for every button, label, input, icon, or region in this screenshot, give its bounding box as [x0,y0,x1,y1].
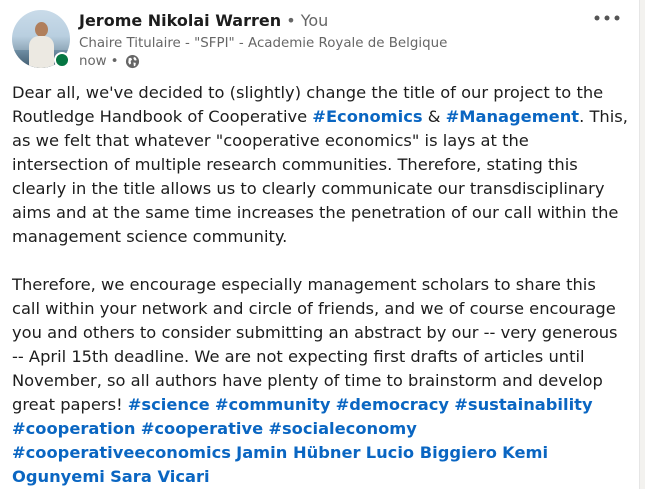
hashtag-cooperative[interactable]: #cooperative [141,419,263,438]
hashtag-economics[interactable]: #Economics [312,107,422,126]
avatar-figure-head [35,22,48,37]
mention-lucio-biggiero[interactable]: Lucio Biggiero [366,443,497,462]
avatar-figure-body [29,36,54,68]
post-body: Dear all, we've decided to (slightly) ch… [12,81,628,489]
author-headline: Chaire Titulaire - "SFPI" - Academie Roy… [79,36,448,51]
hashtag-cooperation[interactable]: #cooperation [12,419,136,438]
post-paragraph-1: Dear all, we've decided to (slightly) ch… [12,81,628,249]
feed-background [640,0,645,489]
hashtag-socialeconomy[interactable]: #socialeconomy [268,419,417,438]
author-name[interactable]: Jerome Nikolai Warren [79,11,281,30]
p1-text-3: . This, as we felt that whatever "cooper… [12,107,628,246]
hashtag-community[interactable]: #community [215,395,331,414]
post-meta: now • [79,53,140,70]
globe-icon [125,54,139,69]
p1-text-2: & [422,107,446,126]
post-paragraph-2: Therefore, we encourage especially manag… [12,273,628,489]
hashtag-science[interactable]: #science [128,395,210,414]
mention-sara-vicari[interactable]: Sara Vicari [110,467,210,486]
meta-separator: • [110,54,119,69]
post-card: Jerome Nikolai Warren • You Chaire Titul… [0,0,640,489]
post-timestamp: now [79,54,107,69]
hashtag-management[interactable]: #Management [446,107,580,126]
author-name-row: Jerome Nikolai Warren • You [79,11,328,31]
hashtag-sustainability[interactable]: #sustainability [454,395,592,414]
p2-text-1: Therefore, we encourage especially manag… [12,275,618,414]
hashtag-democracy[interactable]: #democracy [336,395,449,414]
mention-jamin-hubner[interactable]: Jamin Hübner [236,443,360,462]
more-horizontal-icon[interactable] [592,8,624,28]
hashtag-cooperativeeconomics[interactable]: #cooperativeeconomics [12,443,231,462]
you-label: • You [286,11,329,30]
online-status-dot [54,52,70,68]
